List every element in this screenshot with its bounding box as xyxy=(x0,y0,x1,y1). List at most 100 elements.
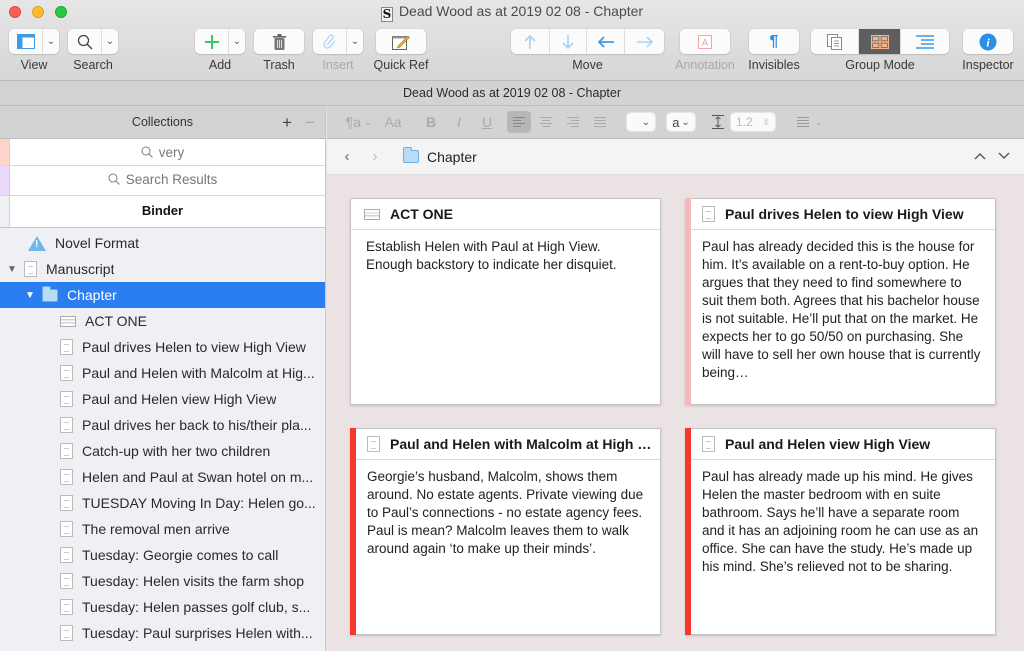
view-button[interactable]: ⌄ xyxy=(9,29,59,54)
line-spacing-value: 1.2 xyxy=(736,115,753,129)
quick-ref-button[interactable] xyxy=(376,29,426,54)
text-color-popup[interactable]: a ⌄ xyxy=(666,112,696,132)
navigate-forward-button[interactable]: › xyxy=(361,148,389,165)
group-mode-label: Group Mode xyxy=(845,58,915,72)
collections-label: Collections xyxy=(131,115,194,129)
collection-tab-binder[interactable]: Binder xyxy=(0,196,325,228)
card-synopsis[interactable]: Georgie’s husband, Malcolm, shows them a… xyxy=(351,460,660,558)
binder-item[interactable]: Tuesday: Helen passes golf club, s... xyxy=(0,594,325,620)
disclosure-triangle-icon[interactable]: ▼ xyxy=(24,290,36,301)
chevron-down-icon[interactable]: ⌄ xyxy=(347,29,363,54)
act-index-icon xyxy=(60,315,76,327)
card-title[interactable]: ACT ONE xyxy=(390,206,453,222)
binder-item[interactable]: ▼ Chapter xyxy=(0,282,325,308)
line-spacing-stepper[interactable]: 1.2 ⇳ xyxy=(730,112,776,132)
document-icon xyxy=(367,436,380,452)
underline-button[interactable]: U xyxy=(473,111,501,133)
folder-icon xyxy=(403,147,419,163)
inspector-button[interactable]: i xyxy=(963,29,1013,54)
label-color-flag xyxy=(685,428,691,635)
disclosure-triangle-icon[interactable]: ▼ xyxy=(6,264,18,275)
binder-item-label: Tuesday: Helen visits the farm shop xyxy=(82,573,305,589)
search-button[interactable]: ⌄ xyxy=(68,29,118,54)
arrow-left-icon[interactable] xyxy=(587,29,625,54)
move-control xyxy=(511,29,664,54)
card-synopsis[interactable]: Establish Helen with Paul at High View. … xyxy=(351,230,660,274)
binder-item[interactable]: Paul drives her back to his/their pla... xyxy=(0,412,325,438)
add-collection-button[interactable]: + xyxy=(282,106,292,139)
scrivener-document-icon: S xyxy=(380,7,393,22)
binder-item[interactable]: Paul and Helen with Malcolm at Hig... xyxy=(0,360,325,386)
trash-label: Trash xyxy=(263,58,295,72)
invisibles-button[interactable]: ¶ xyxy=(749,29,799,54)
layout-icon xyxy=(9,29,43,54)
card-title[interactable]: Paul and Helen with Malcolm at High Vi..… xyxy=(390,436,660,452)
add-button[interactable]: ⌄ xyxy=(195,29,245,54)
binder-item[interactable]: Paul and Helen view High View xyxy=(0,386,325,412)
binder-item-label: Chapter xyxy=(67,287,117,303)
card-synopsis[interactable]: Paul has already decided this is the hou… xyxy=(686,230,995,382)
collection-tab-very[interactable]: very xyxy=(0,139,325,166)
scrivenings-icon[interactable] xyxy=(811,29,859,54)
arrow-down-icon[interactable] xyxy=(550,29,587,54)
pilcrow-icon: ¶ xyxy=(769,32,779,50)
card-title[interactable]: Paul and Helen view High View xyxy=(725,436,930,452)
navigate-back-button[interactable]: ‹ xyxy=(333,148,361,165)
binder-item-label: Paul drives Helen to view High View xyxy=(82,339,306,355)
group-mode-control xyxy=(811,29,949,54)
arrow-right-icon[interactable] xyxy=(625,29,664,54)
align-left-button[interactable] xyxy=(507,111,531,133)
binder-item[interactable]: ACT ONE xyxy=(0,308,325,334)
chevron-down-icon[interactable]: ⌄ xyxy=(43,29,59,54)
search-icon xyxy=(108,172,126,187)
paragraph-style-button[interactable]: ¶a ⌄ xyxy=(339,111,379,133)
annotation-button[interactable]: A xyxy=(680,29,730,54)
binder-item[interactable]: ! Novel Format xyxy=(0,230,325,256)
chevron-down-icon[interactable]: ⌄ xyxy=(229,29,245,54)
trash-button[interactable] xyxy=(254,29,304,54)
line-spacing-icon xyxy=(708,111,728,133)
document-icon xyxy=(60,573,73,589)
italic-button[interactable]: I xyxy=(445,111,473,133)
card-synopsis[interactable]: Paul has already made up his mind. He gi… xyxy=(686,460,995,576)
next-document-button[interactable] xyxy=(998,148,1010,163)
collections-header: Collections + − xyxy=(0,106,325,139)
index-card[interactable]: ACT ONE Establish Helen with Paul at High… xyxy=(350,198,661,405)
document-icon xyxy=(60,625,73,641)
collection-tab-search-results[interactable]: Search Results xyxy=(0,166,325,196)
fonts-button[interactable]: Aa xyxy=(379,111,407,133)
align-center-button[interactable] xyxy=(534,111,558,133)
list-style-button[interactable]: ⌄ xyxy=(790,111,830,133)
binder-item[interactable]: Tuesday: Georgie comes to call xyxy=(0,542,325,568)
card-title[interactable]: Paul drives Helen to view High View xyxy=(725,206,964,222)
editor-title[interactable]: Chapter xyxy=(427,149,477,165)
binder-item[interactable]: The removal men arrive xyxy=(0,516,325,542)
arrow-up-icon[interactable] xyxy=(511,29,550,54)
binder-item-label: Novel Format xyxy=(55,235,140,251)
insert-button[interactable]: ⌄ xyxy=(313,29,363,54)
previous-document-button[interactable] xyxy=(974,148,986,163)
move-label: Move xyxy=(572,58,603,72)
document-icon xyxy=(60,599,73,615)
corkboard-icon[interactable] xyxy=(859,29,901,54)
binder-item[interactable]: ▼ Manuscript xyxy=(0,256,325,282)
remove-collection-button[interactable]: − xyxy=(305,106,315,139)
binder-item[interactable]: Tuesday: Helen visits the farm shop xyxy=(0,568,325,594)
index-card[interactable]: Paul drives Helen to view High View Paul … xyxy=(685,198,996,405)
outline-icon[interactable] xyxy=(901,29,949,54)
index-card[interactable]: Paul and Helen view High View Paul has al… xyxy=(685,428,996,635)
binder-item[interactable]: Helen and Paul at Swan hotel on m... xyxy=(0,464,325,490)
align-justify-button[interactable] xyxy=(588,111,612,133)
document-icon xyxy=(60,443,73,459)
align-right-button[interactable] xyxy=(561,111,585,133)
window-title-text: Dead Wood as at 2019 02 08 - Chapter xyxy=(398,3,644,19)
binder-item[interactable]: Tuesday: Paul surprises Helen with... xyxy=(0,620,325,646)
chevron-down-icon[interactable]: ⌄ xyxy=(102,29,118,54)
binder-item[interactable]: Catch-up with her two children xyxy=(0,438,325,464)
highlight-color-popup[interactable]: ⌄ xyxy=(626,112,656,132)
add-label: Add xyxy=(208,58,232,72)
binder-item[interactable]: Paul drives Helen to view High View xyxy=(0,334,325,360)
index-card[interactable]: Paul and Helen with Malcolm at High Vi..… xyxy=(350,428,661,635)
bold-button[interactable]: B xyxy=(417,111,445,133)
binder-item[interactable]: TUESDAY Moving In Day: Helen go... xyxy=(0,490,325,516)
